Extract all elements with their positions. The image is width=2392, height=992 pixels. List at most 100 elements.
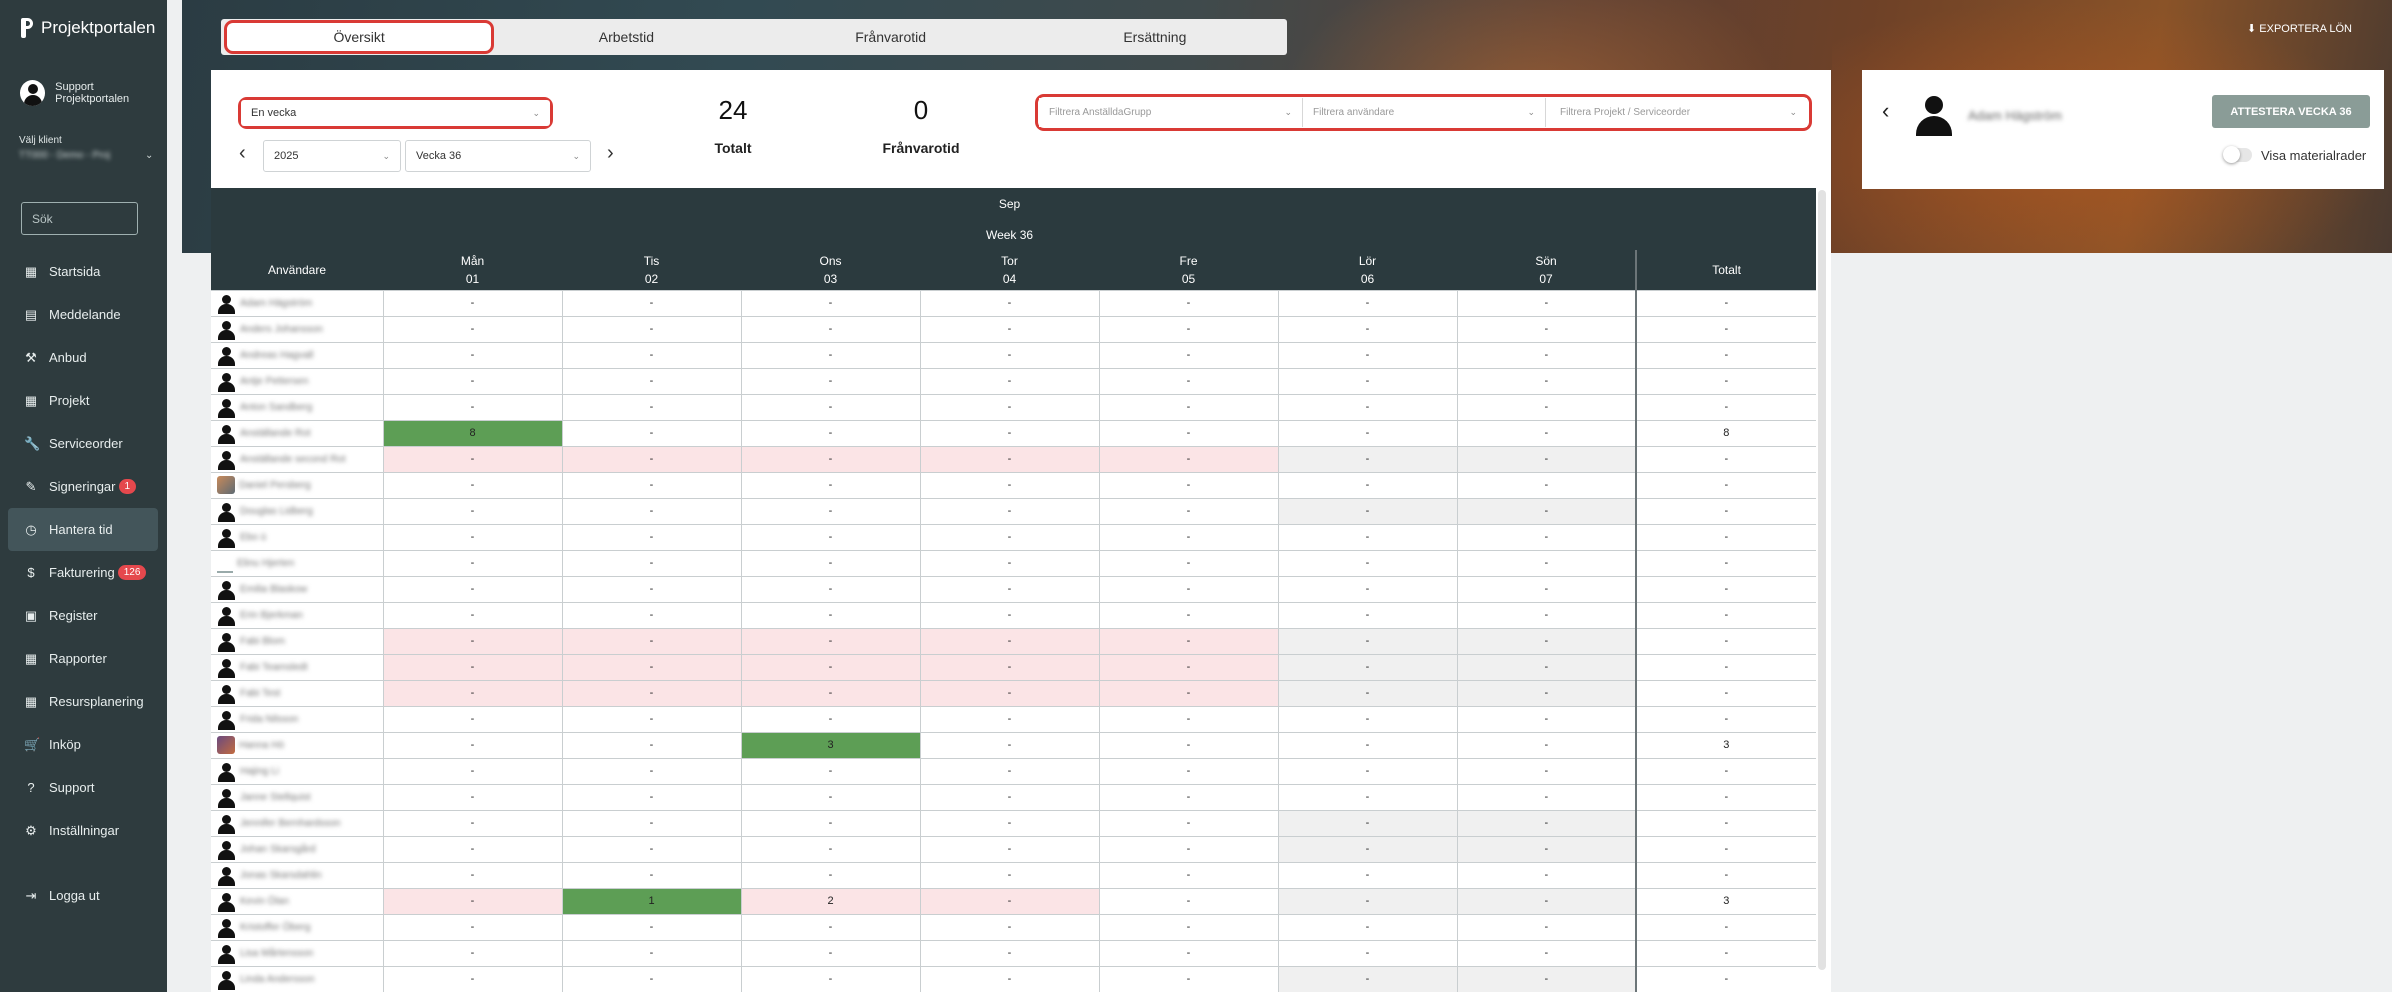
table-row[interactable]: Frida Nilsson - - - - - - - - [211, 705, 1816, 733]
day-cell[interactable]: - [1098, 523, 1279, 551]
day-cell[interactable]: - [740, 705, 921, 733]
day-cell[interactable]: - [1098, 679, 1279, 707]
day-cell[interactable]: - [919, 861, 1100, 889]
sidebar-item-rapporter[interactable]: ▦ Rapporter [8, 637, 158, 680]
user-cell[interactable]: Frida Nilsson [211, 705, 384, 733]
day-cell[interactable]: - [740, 575, 921, 603]
tab-2[interactable]: Arbetstid [494, 19, 758, 55]
day-cell[interactable]: - [382, 627, 563, 655]
day-cell[interactable]: - [561, 341, 742, 369]
day-cell[interactable]: - [919, 887, 1100, 915]
day-cell[interactable]: - [561, 679, 742, 707]
day-cell[interactable]: - [1456, 523, 1637, 551]
week-select[interactable]: Vecka 36 ⌄ [405, 140, 591, 172]
user-cell[interactable]: Linda Andersson [211, 965, 384, 992]
day-cell[interactable]: - [561, 939, 742, 967]
sidebar-item-projekt[interactable]: ▦ Projekt [8, 379, 158, 422]
user-cell[interactable]: Douglas Lidberg [211, 497, 384, 525]
day-cell[interactable]: - [1277, 419, 1458, 447]
table-row[interactable]: Douglas Lidberg - - - - - - - - [211, 497, 1816, 525]
day-cell[interactable]: - [382, 861, 563, 889]
day-cell[interactable]: - [1456, 549, 1637, 577]
user-cell[interactable]: Adam Hägström [211, 289, 384, 317]
day-cell[interactable]: - [740, 497, 921, 525]
day-cell[interactable]: - [382, 731, 563, 759]
day-cell[interactable]: - [740, 393, 921, 421]
day-cell[interactable]: - [740, 367, 921, 395]
day-cell[interactable]: - [919, 367, 1100, 395]
day-cell[interactable]: - [740, 861, 921, 889]
day-cell[interactable]: - [561, 601, 742, 629]
day-cell[interactable]: - [1277, 341, 1458, 369]
day-cell[interactable]: - [919, 835, 1100, 863]
export-salary-button[interactable]: ⬇ EXPORTERA LÖN [2247, 22, 2352, 35]
tab-1[interactable]: Översikt [224, 20, 495, 54]
day-cell[interactable]: - [561, 861, 742, 889]
day-cell[interactable]: - [1277, 497, 1458, 525]
day-cell[interactable]: - [919, 913, 1100, 941]
previous-week-icon[interactable]: ‹ [239, 142, 246, 165]
day-cell[interactable]: - [561, 653, 742, 681]
day-cell[interactable]: - [919, 731, 1100, 759]
table-row[interactable]: Anställande second Rot - - - - - - - - [211, 445, 1816, 473]
filter-user[interactable]: Filtrera användare ⌄ [1303, 98, 1546, 127]
day-cell[interactable]: - [1277, 549, 1458, 577]
table-row[interactable]: Andreas Hagvall - - - - - - - - [211, 341, 1816, 369]
day-cell[interactable]: - [382, 367, 563, 395]
sidebar-item-anbud[interactable]: ⚒ Anbud [8, 336, 158, 379]
day-cell[interactable]: - [740, 653, 921, 681]
day-cell[interactable]: - [382, 289, 563, 317]
day-cell[interactable]: - [1456, 367, 1637, 395]
day-cell[interactable]: - [1277, 679, 1458, 707]
day-cell[interactable]: - [740, 341, 921, 369]
day-cell[interactable]: - [382, 653, 563, 681]
day-cell[interactable]: - [1277, 965, 1458, 992]
user-cell[interactable]: Daniel Persberg [211, 471, 384, 499]
user-cell[interactable]: Emilia Blaskow [211, 575, 384, 603]
day-cell[interactable]: - [561, 289, 742, 317]
user-cell[interactable]: Hajing Li [211, 757, 384, 785]
filter-employee-group[interactable]: Filtrera AnställdaGrupp ⌄ [1039, 98, 1303, 127]
day-cell[interactable]: - [740, 965, 921, 992]
user-cell[interactable]: Kristoffer Öberg [211, 913, 384, 941]
day-cell[interactable]: - [1098, 367, 1279, 395]
day-cell[interactable]: - [1277, 627, 1458, 655]
day-cell[interactable]: - [919, 341, 1100, 369]
day-cell[interactable]: - [740, 549, 921, 577]
day-cell[interactable]: - [561, 471, 742, 499]
day-cell[interactable]: - [382, 601, 563, 629]
day-cell[interactable]: - [561, 913, 742, 941]
day-cell[interactable]: - [1098, 445, 1279, 473]
day-cell[interactable]: - [1277, 731, 1458, 759]
day-cell[interactable]: - [1456, 705, 1637, 733]
day-cell[interactable]: - [919, 419, 1100, 447]
day-cell[interactable]: 8 [382, 419, 563, 447]
table-row[interactable]: Emilia Blaskow - - - - - - - - [211, 575, 1816, 603]
day-cell[interactable]: - [1456, 913, 1637, 941]
day-cell[interactable]: - [561, 575, 742, 603]
client-select[interactable]: TT000 - Demo - Proj [19, 150, 110, 161]
day-cell[interactable]: - [1456, 809, 1637, 837]
day-cell[interactable]: - [382, 523, 563, 551]
user-cell[interactable]: Lisa Mårtensson [211, 939, 384, 967]
day-cell[interactable]: - [382, 471, 563, 499]
day-cell[interactable]: - [1456, 939, 1637, 967]
day-cell[interactable]: - [382, 783, 563, 811]
day-cell[interactable]: - [1098, 913, 1279, 941]
day-cell[interactable]: - [561, 705, 742, 733]
day-cell[interactable]: - [1098, 939, 1279, 967]
day-cell[interactable]: - [1277, 289, 1458, 317]
day-cell[interactable]: - [561, 627, 742, 655]
table-row[interactable]: Linda Andersson - - - - - - - - [211, 965, 1816, 992]
day-cell[interactable]: - [1277, 809, 1458, 837]
day-cell[interactable]: - [1098, 757, 1279, 785]
day-cell[interactable]: - [561, 757, 742, 785]
day-cell[interactable]: - [919, 575, 1100, 603]
day-cell[interactable]: - [740, 419, 921, 447]
table-row[interactable]: Hanna Hö - -3- - - -3 [211, 731, 1816, 759]
material-rows-toggle[interactable] [2223, 146, 2252, 163]
day-cell[interactable]: - [740, 939, 921, 967]
user-cell[interactable]: Jennifer Bernhardsson [211, 809, 384, 837]
day-cell[interactable]: - [1277, 705, 1458, 733]
user-cell[interactable]: Fabi Blom [211, 627, 384, 655]
